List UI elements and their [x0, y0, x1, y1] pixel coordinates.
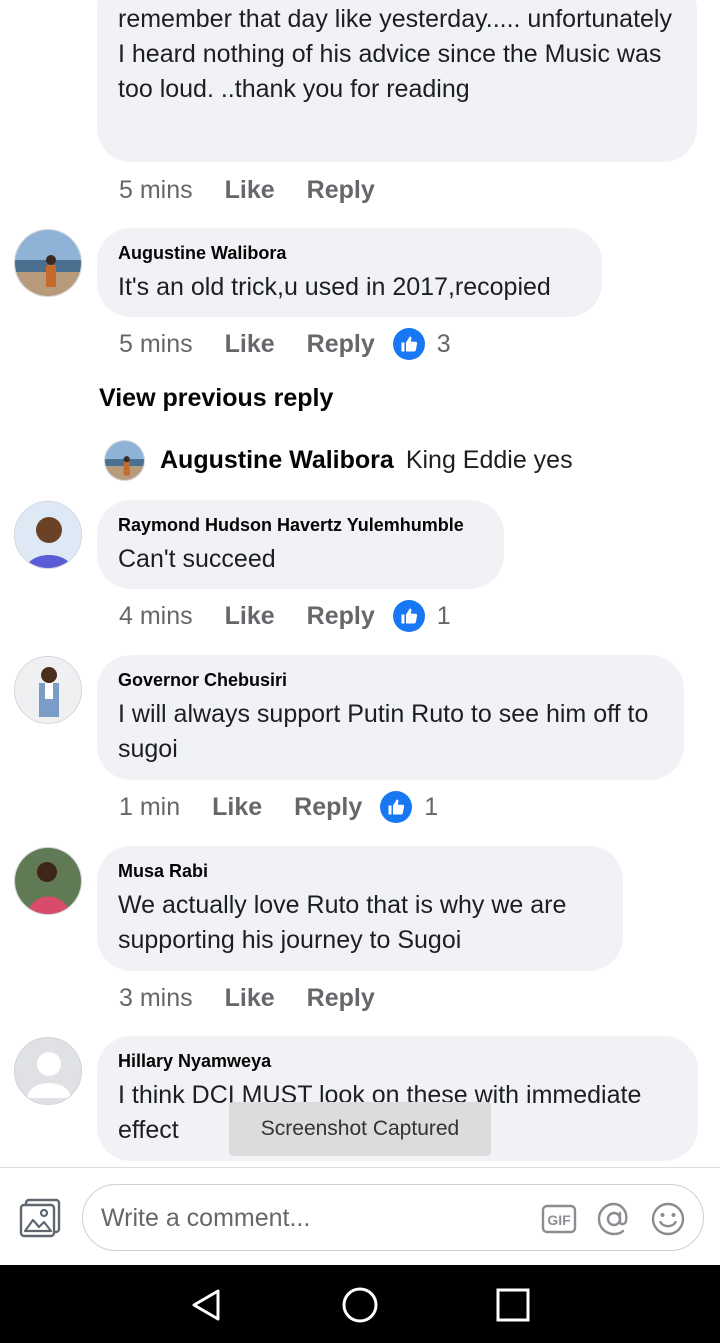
avatar[interactable] [14, 229, 82, 297]
avatar[interactable] [14, 501, 82, 569]
comment-time: 5 mins [119, 329, 193, 358]
photo-icon[interactable] [19, 1198, 61, 1238]
comment-composer: GIF [0, 1167, 720, 1265]
reaction-number: 1 [436, 601, 451, 630]
reply-button[interactable]: Reply [307, 330, 375, 359]
comment-time: 1 min [119, 792, 181, 821]
comment-bubble[interactable]: Augustine Walibora It's an old trick,u u… [97, 228, 602, 317]
reaction-count[interactable]: 1 [392, 600, 451, 632]
comment-bubble[interactable]: Governor Chebusiri I will always support… [97, 655, 684, 780]
comment-input[interactable] [101, 1197, 521, 1239]
comment-author[interactable]: Governor Chebusiri [118, 669, 662, 691]
comment-time: 3 mins [119, 983, 193, 1012]
home-circle-icon[interactable] [340, 1285, 380, 1325]
avatar[interactable] [14, 847, 82, 915]
avatar[interactable] [14, 1037, 82, 1105]
comment-input-box[interactable]: GIF [82, 1184, 704, 1251]
comments-feed: remember that day like yesterday..... un… [0, 0, 720, 1168]
like-button[interactable]: Like [225, 330, 275, 359]
reaction-number: 1 [424, 792, 439, 821]
emoji-icon[interactable] [650, 1201, 686, 1237]
comment-author[interactable]: Augustine Walibora [118, 242, 580, 264]
svg-text:GIF: GIF [547, 1212, 571, 1228]
reaction-count[interactable]: 1 [380, 791, 438, 823]
thumbs-up-icon [392, 600, 425, 632]
avatar [104, 439, 145, 481]
thumbs-up-icon [380, 791, 413, 823]
comment-author[interactable]: Raymond Hudson Havertz Yulemhumble [118, 514, 482, 536]
reply-button[interactable]: Reply [294, 793, 362, 822]
comment-bubble[interactable]: Musa Rabi We actually love Ruto that is … [97, 846, 623, 971]
reply-button[interactable]: Reply [307, 176, 375, 205]
comment-time: 5 mins [119, 175, 193, 204]
comment-text: It's an old trick,u used in 2017,recopie… [118, 273, 551, 301]
comment-text: Can't succeed [118, 545, 276, 573]
comment-meta: 5 mins Like Reply [119, 172, 375, 208]
reply-button[interactable]: Reply [307, 984, 375, 1013]
system-navigation-bar [0, 1265, 720, 1343]
like-button[interactable]: Like [225, 984, 275, 1013]
comment-text: I will always support Putin Ruto to see … [118, 700, 649, 763]
comment-bubble[interactable]: remember that day like yesterday..... un… [97, 0, 697, 162]
like-button[interactable]: Like [225, 176, 275, 205]
reply-button[interactable]: Reply [307, 602, 375, 631]
comment-time: 4 mins [119, 601, 193, 630]
like-button[interactable]: Like [225, 602, 275, 631]
comment-meta: 4 mins Like Reply 1 [119, 598, 451, 634]
like-button[interactable]: Like [212, 793, 262, 822]
comment-author[interactable]: Hillary Nyamweya [118, 1050, 676, 1072]
comment-meta: 1 min Like Reply 1 [119, 789, 438, 825]
reply-author[interactable]: Augustine Walibora [160, 446, 394, 475]
comment-text: remember that day like yesterday..... un… [118, 5, 672, 103]
view-previous-reply-link[interactable]: View previous reply [99, 384, 333, 413]
comment-meta: 5 mins Like Reply 3 [119, 326, 451, 362]
recents-square-icon[interactable] [493, 1285, 533, 1325]
screenshot-toast: Screenshot Captured [229, 1102, 491, 1156]
comment-meta: 3 mins Like Reply [119, 980, 375, 1016]
back-triangle-icon[interactable] [186, 1285, 226, 1325]
thumbs-up-icon [392, 328, 425, 360]
reaction-count[interactable]: 3 [392, 328, 451, 360]
comment-author[interactable]: Musa Rabi [118, 860, 601, 882]
at-icon[interactable] [596, 1201, 632, 1237]
avatar[interactable] [14, 656, 82, 724]
gif-icon[interactable]: GIF [541, 1201, 577, 1237]
reaction-number: 3 [436, 329, 451, 358]
comment-text: We actually love Ruto that is why we are… [118, 891, 567, 954]
reply-preview[interactable]: Augustine Walibora King Eddie yes [104, 439, 573, 481]
comment-bubble[interactable]: Raymond Hudson Havertz Yulemhumble Can't… [97, 500, 504, 589]
reply-text: King Eddie yes [405, 445, 573, 474]
